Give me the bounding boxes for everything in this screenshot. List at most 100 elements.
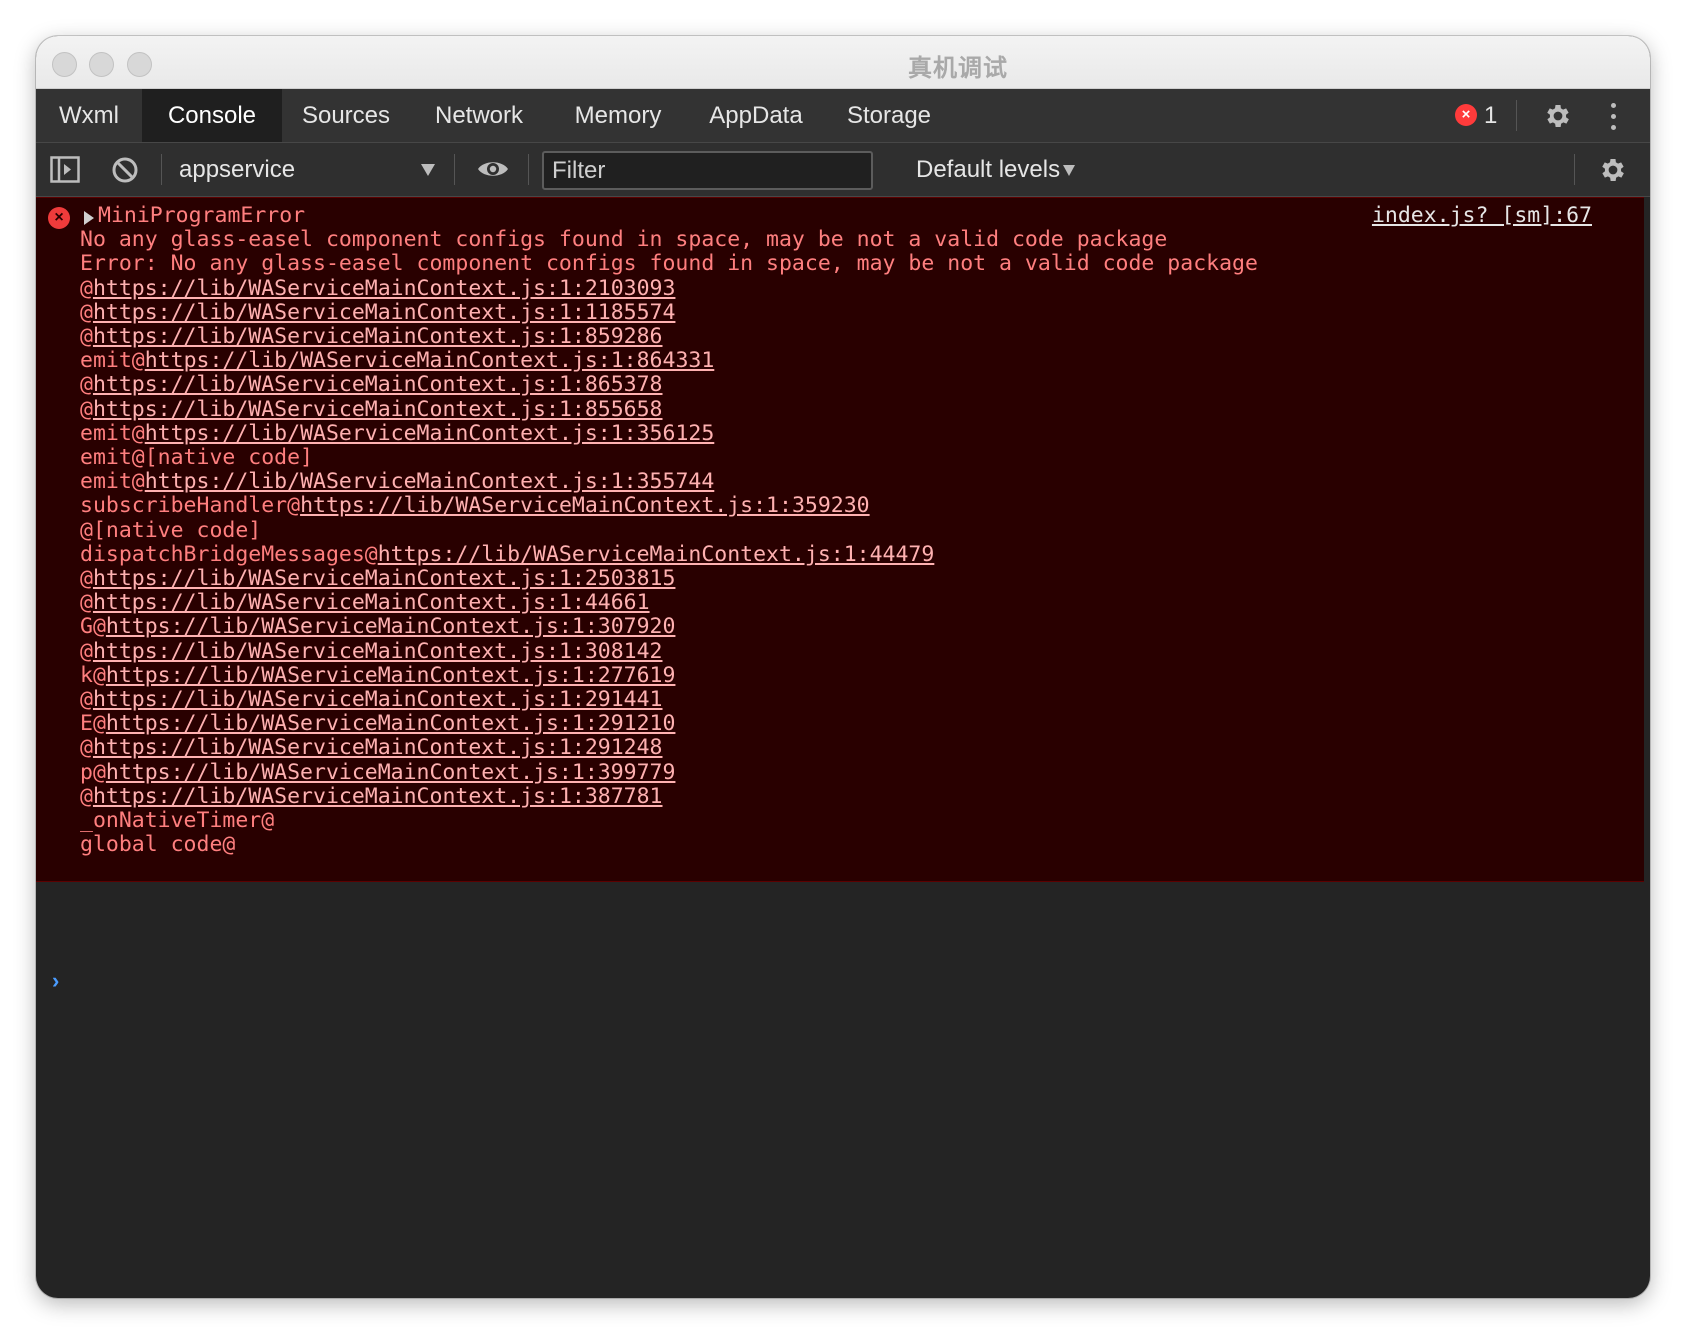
stack-line: @https://lib/WAServiceMainContext.js:1:8…	[80, 396, 1258, 422]
stack-line: @https://lib/WAServiceMainContext.js:1:2…	[80, 736, 1258, 760]
stack-line-prefix: @	[80, 396, 93, 422]
stack-line: _onNativeTimer@	[80, 808, 1258, 834]
stack-line-prefix: dispatchBridgeMessages@	[80, 541, 378, 567]
stack-line-link[interactable]: https://lib/WAServiceMainContext.js:1:30…	[106, 614, 676, 639]
stack-line-link[interactable]: https://lib/WAServiceMainContext.js:1:86…	[145, 348, 715, 373]
stack-line-prefix: global code@	[80, 832, 236, 858]
stack-line: emit@https://lib/WAServiceMainContext.js…	[80, 420, 1258, 446]
stack-line: @https://lib/WAServiceMainContext.js:1:8…	[80, 373, 1258, 397]
console-settings-gear-icon[interactable]	[1598, 155, 1628, 185]
stack-line-prefix: No any glass-easel component configs fou…	[80, 227, 1168, 253]
window-title: 真机调试	[908, 54, 1008, 82]
context-selector[interactable]: appservice	[179, 143, 295, 196]
stack-line-link[interactable]: https://lib/WAServiceMainContext.js:1:39…	[106, 760, 676, 785]
error-stack: MiniProgramError No any glass-easel comp…	[80, 203, 1258, 857]
error-count-icon[interactable]: ×	[1455, 104, 1477, 126]
stack-line-link[interactable]: https://lib/WAServiceMainContext.js:1:35…	[145, 469, 715, 494]
stack-line: @[native code]	[80, 518, 1258, 543]
stack-line-link[interactable]: https://lib/WAServiceMainContext.js:1:30…	[93, 639, 663, 664]
divider	[1516, 100, 1517, 131]
stack-line: global code@	[80, 833, 1258, 857]
stack-line: k@https://lib/WAServiceMainContext.js:1:…	[80, 662, 1258, 688]
chevron-down-icon[interactable]	[421, 164, 435, 176]
log-levels-dropdown[interactable]: Default levels	[916, 143, 1060, 196]
stack-line: p@https://lib/WAServiceMainContext.js:1:…	[80, 759, 1258, 785]
stack-line-prefix: @	[80, 735, 93, 761]
stack-line: @https://lib/WAServiceMainContext.js:1:3…	[80, 784, 1258, 809]
more-options-icon[interactable]	[1611, 103, 1617, 136]
filter-input[interactable]: Filter	[542, 151, 873, 190]
stack-line-link[interactable]: https://lib/WAServiceMainContext.js:1:29…	[106, 711, 676, 736]
stack-line: No any glass-easel component configs fou…	[80, 228, 1258, 252]
stack-line-prefix: G@	[80, 614, 106, 640]
panel-tab-bar: Wxml Console Sources Network Memory AppD…	[36, 89, 1650, 143]
stack-line-prefix: _onNativeTimer@	[80, 808, 275, 834]
stack-line-prefix: emit@	[80, 420, 145, 446]
tab-memory[interactable]: Memory	[548, 89, 688, 142]
stack-line-link[interactable]: https://lib/WAServiceMainContext.js:1:25…	[93, 566, 675, 591]
stack-line-link[interactable]: https://lib/WAServiceMainContext.js:1:11…	[93, 300, 675, 325]
stack-line-prefix: Error: No any glass-easel component conf…	[80, 251, 1258, 277]
stack-line: @https://lib/WAServiceMainContext.js:1:3…	[80, 638, 1258, 664]
stack-line-prefix: @	[80, 638, 93, 664]
stack-line-link[interactable]: https://lib/WAServiceMainContext.js:1:86…	[93, 372, 663, 397]
stack-line-prefix: @	[80, 372, 93, 398]
divider	[1574, 154, 1575, 185]
stack-line-link[interactable]: https://lib/WAServiceMainContext.js:1:29…	[93, 687, 663, 712]
stack-line-prefix: emit@	[80, 348, 145, 374]
chevron-down-icon[interactable]	[1063, 165, 1075, 176]
stack-line: subscribeHandler@https://lib/WAServiceMa…	[80, 494, 1258, 518]
stack-line-prefix: @	[80, 324, 93, 350]
stack-line-link[interactable]: https://lib/WAServiceMainContext.js:1:35…	[300, 493, 870, 518]
stack-line-prefix: subscribeHandler@	[80, 493, 301, 519]
error-icon: ×	[48, 207, 70, 229]
stack-line: emit@https://lib/WAServiceMainContext.js…	[80, 470, 1258, 494]
tab-sources[interactable]: Sources	[282, 89, 410, 142]
tab-network[interactable]: Network	[410, 89, 548, 142]
stack-line-prefix: @	[80, 566, 93, 592]
stack-line-link[interactable]: https://lib/WAServiceMainContext.js:1:38…	[93, 784, 663, 809]
stack-line-prefix: p@	[80, 759, 106, 785]
stack-line: dispatchBridgeMessages@https://lib/WASer…	[80, 541, 1258, 567]
stack-line: Error: No any glass-easel component conf…	[80, 252, 1258, 276]
stack-line-prefix: k@	[80, 662, 106, 688]
sidebar-toggle-icon[interactable]	[50, 156, 80, 183]
tab-wxml[interactable]: Wxml	[36, 89, 142, 142]
stack-line-prefix: @	[80, 687, 93, 713]
devtools-window: 真机调试 Wxml Console Sources Network Memory…	[36, 36, 1650, 1298]
stack-line-prefix: emit@	[80, 469, 145, 495]
stack-line-link[interactable]: https://lib/WAServiceMainContext.js:1:29…	[93, 735, 663, 760]
clear-console-icon[interactable]	[111, 156, 139, 184]
stack-line: @https://lib/WAServiceMainContext.js:1:2…	[80, 687, 1258, 713]
stack-line: E@https://lib/WAServiceMainContext.js:1:…	[80, 712, 1258, 736]
error-count[interactable]: 1	[1484, 89, 1497, 142]
stack-line-link[interactable]: https://lib/WAServiceMainContext.js:1:85…	[93, 397, 663, 422]
stack-line-prefix: @	[80, 275, 93, 301]
stack-line-link[interactable]: https://lib/WAServiceMainContext.js:1:35…	[145, 421, 715, 446]
tab-console[interactable]: Console	[142, 89, 282, 142]
stack-line-prefix: E@	[80, 711, 106, 737]
stack-line-link[interactable]: https://lib/WAServiceMainContext.js:1:85…	[93, 324, 663, 349]
stack-line: G@https://lib/WAServiceMainContext.js:1:…	[80, 615, 1258, 639]
stack-line-link[interactable]: https://lib/WAServiceMainContext.js:1:21…	[93, 276, 675, 301]
stack-line: emit@[native code]	[80, 445, 1258, 470]
error-title[interactable]: MiniProgramError	[80, 203, 1258, 228]
stack-line-link[interactable]: https://lib/WAServiceMainContext.js:1:44…	[93, 590, 650, 615]
stack-line-prefix: @	[80, 299, 93, 325]
stack-line-link[interactable]: https://lib/WAServiceMainContext.js:1:27…	[106, 663, 676, 688]
title-bar: 真机调试	[36, 36, 1650, 89]
live-expression-eye-icon[interactable]	[476, 158, 510, 180]
console-error-message: × MiniProgramError No any glass-easel co…	[36, 197, 1644, 882]
stack-line: @https://lib/WAServiceMainContext.js:1:2…	[80, 275, 1258, 301]
divider	[528, 154, 529, 185]
settings-gear-icon[interactable]	[1543, 101, 1573, 131]
stack-line: @https://lib/WAServiceMainContext.js:1:1…	[80, 299, 1258, 325]
stack-line: @https://lib/WAServiceMainContext.js:1:2…	[80, 566, 1258, 592]
tab-appdata[interactable]: AppData	[688, 89, 824, 142]
tab-storage[interactable]: Storage	[824, 89, 954, 142]
stack-line-link[interactable]: https://lib/WAServiceMainContext.js:1:44…	[378, 542, 935, 567]
console-prompt-icon[interactable]: ›	[52, 968, 59, 994]
source-link[interactable]: index.js? [sm]:67	[1372, 203, 1592, 228]
stack-line: emit@https://lib/WAServiceMainContext.js…	[80, 349, 1258, 373]
divider	[454, 154, 455, 185]
